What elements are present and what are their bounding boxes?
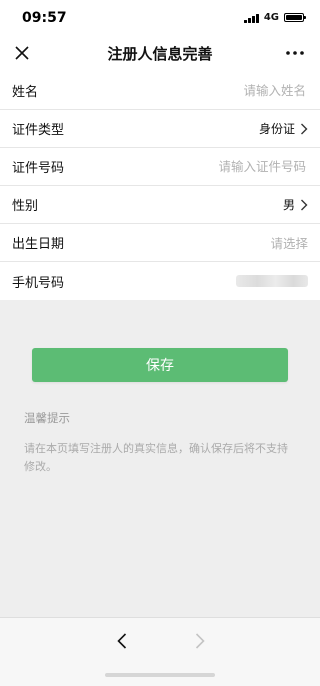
status-bar: 09:57 4G <box>0 0 320 34</box>
home-indicator <box>105 673 215 677</box>
name-row: 姓名 <box>0 72 320 110</box>
id-number-label: 证件号码 <box>12 161 65 176</box>
id-type-value: 身份证 <box>258 122 295 136</box>
save-button[interactable]: 保存 <box>32 348 288 382</box>
phone-value-blurred[interactable] <box>236 275 308 287</box>
registrant-form: 姓名 证件类型 身份证 证件号码 性别 男 出生日期 请选择 手机号码 <box>0 72 320 300</box>
status-time: 09:57 <box>22 10 67 26</box>
tips-title: 温馨提示 <box>24 411 70 425</box>
forward-arrow-icon <box>190 630 210 652</box>
save-area: 保存 <box>0 348 320 382</box>
gender-value: 男 <box>282 198 295 212</box>
status-indicators: 4G <box>244 12 306 23</box>
id-number-row: 证件号码 <box>0 148 320 186</box>
id-type-label: 证件类型 <box>12 123 65 138</box>
more-icon[interactable] <box>282 43 308 63</box>
phone-label: 手机号码 <box>12 275 65 291</box>
bottom-toolbar <box>0 617 320 686</box>
id-type-row[interactable]: 证件类型 身份证 <box>0 110 320 148</box>
page-title: 注册人信息完善 <box>107 44 213 63</box>
name-label: 姓名 <box>12 85 39 100</box>
navigation-bar: 注册人信息完善 <box>0 34 320 72</box>
chevron-right-icon <box>301 123 308 134</box>
battery-icon <box>284 13 306 22</box>
phone-row: 手机号码 <box>0 262 320 300</box>
id-type-select[interactable]: 身份证 <box>259 120 308 137</box>
signal-icon <box>244 13 259 23</box>
gender-select[interactable]: 男 <box>283 196 308 213</box>
gender-label: 性别 <box>12 199 39 214</box>
name-input[interactable] <box>194 82 308 99</box>
birth-date-row[interactable]: 出生日期 请选择 <box>0 224 320 262</box>
id-number-input[interactable] <box>174 158 308 175</box>
close-icon[interactable] <box>12 43 32 63</box>
network-type: 4G <box>263 12 279 23</box>
gender-row[interactable]: 性别 男 <box>0 186 320 224</box>
birth-date-label: 出生日期 <box>12 237 65 252</box>
birth-date-picker[interactable]: 请选择 <box>270 233 308 252</box>
chevron-right-icon <box>301 199 308 210</box>
back-arrow-icon[interactable] <box>112 630 132 652</box>
tips-text: 请在本页填写注册人的真实信息，确认保存后将不支持修改。 <box>24 442 288 473</box>
